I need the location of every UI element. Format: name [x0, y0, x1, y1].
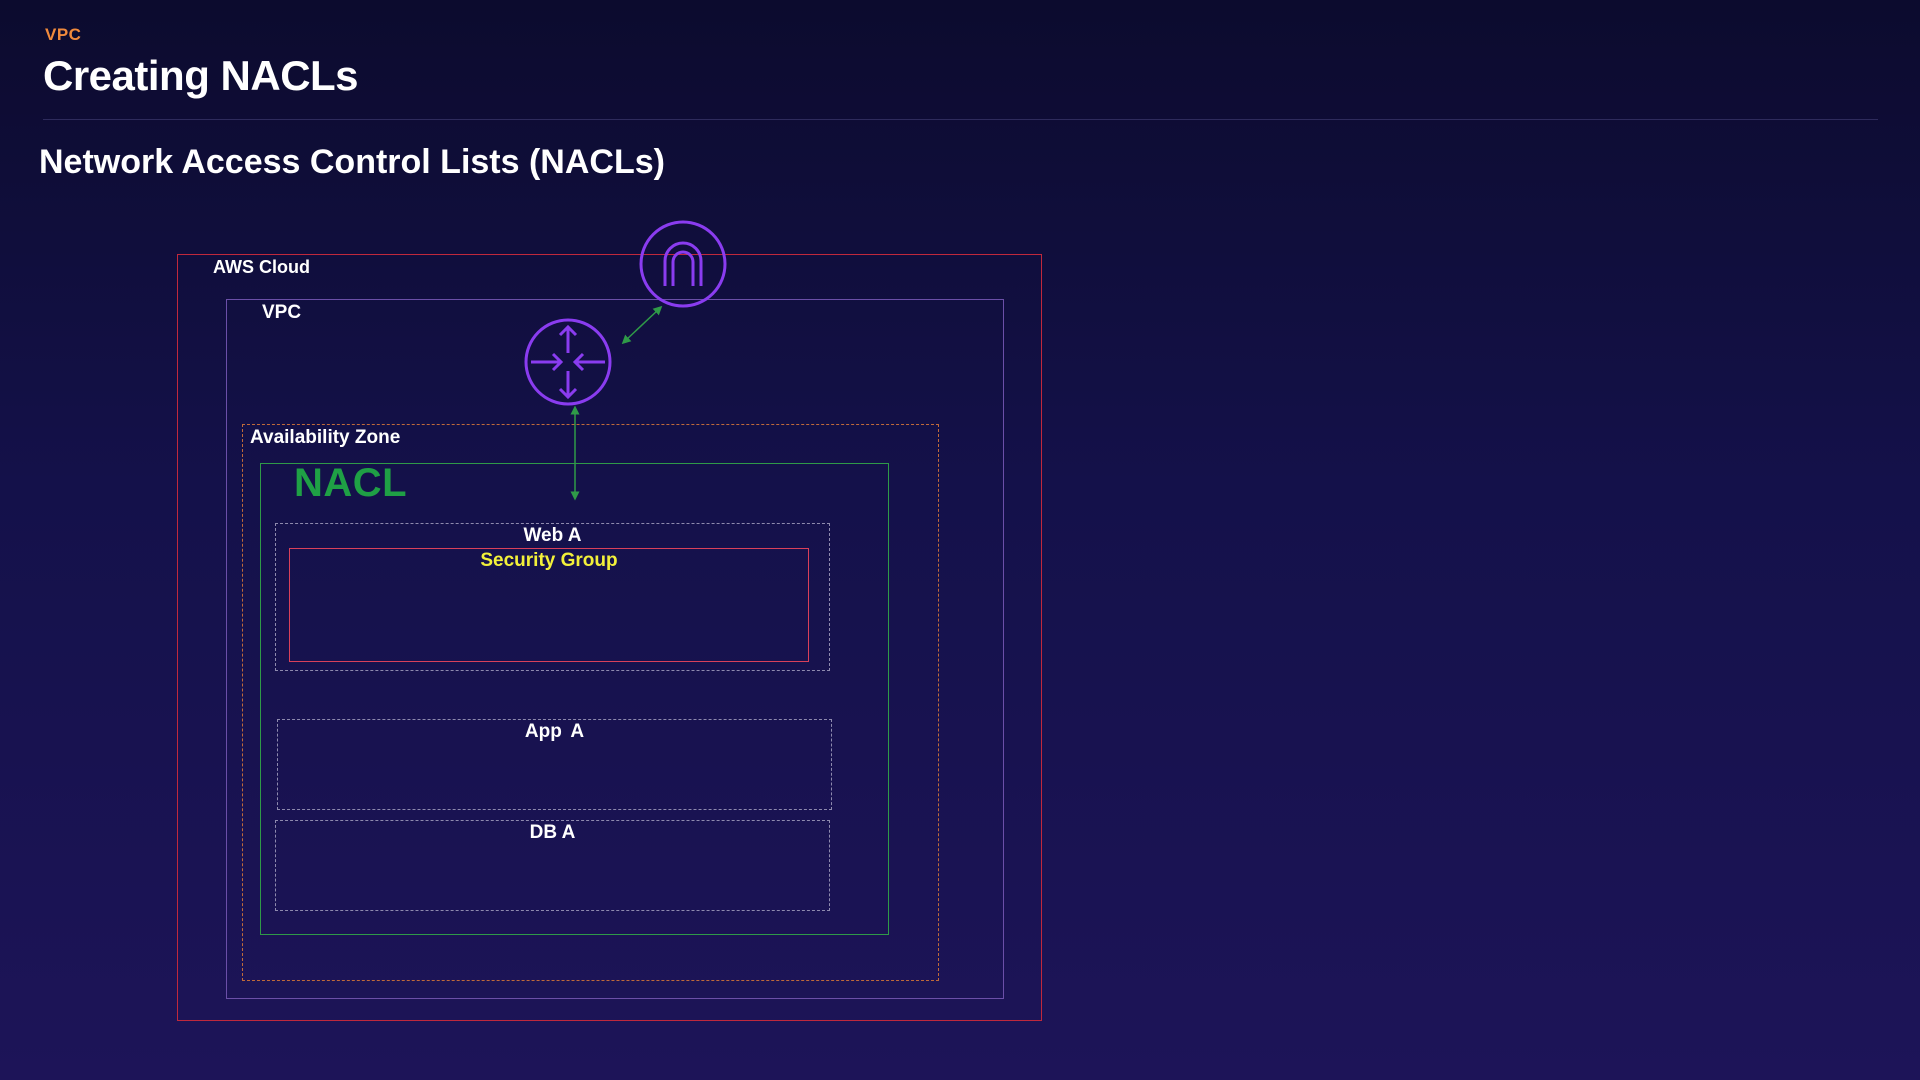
internet-gateway-icon	[639, 220, 727, 308]
web-subnet-label: Web A	[523, 525, 582, 546]
nacl-label: NACL	[294, 461, 408, 505]
title-divider	[43, 119, 1878, 120]
page-title: Creating NACLs	[43, 52, 359, 99]
vpc-label: VPC	[262, 302, 302, 323]
slide-subtitle: Network Access Control Lists (NACLs)	[39, 143, 665, 181]
router-icon	[524, 318, 612, 406]
availability-zone-label: Availability Zone	[250, 427, 401, 448]
section-tag: VPC	[45, 25, 82, 44]
aws-cloud-label: AWS Cloud	[213, 257, 310, 277]
security-group-label: Security Group	[480, 550, 618, 571]
app-subnet-label: App A	[524, 721, 585, 742]
db-subnet-label: DB A	[529, 822, 576, 843]
